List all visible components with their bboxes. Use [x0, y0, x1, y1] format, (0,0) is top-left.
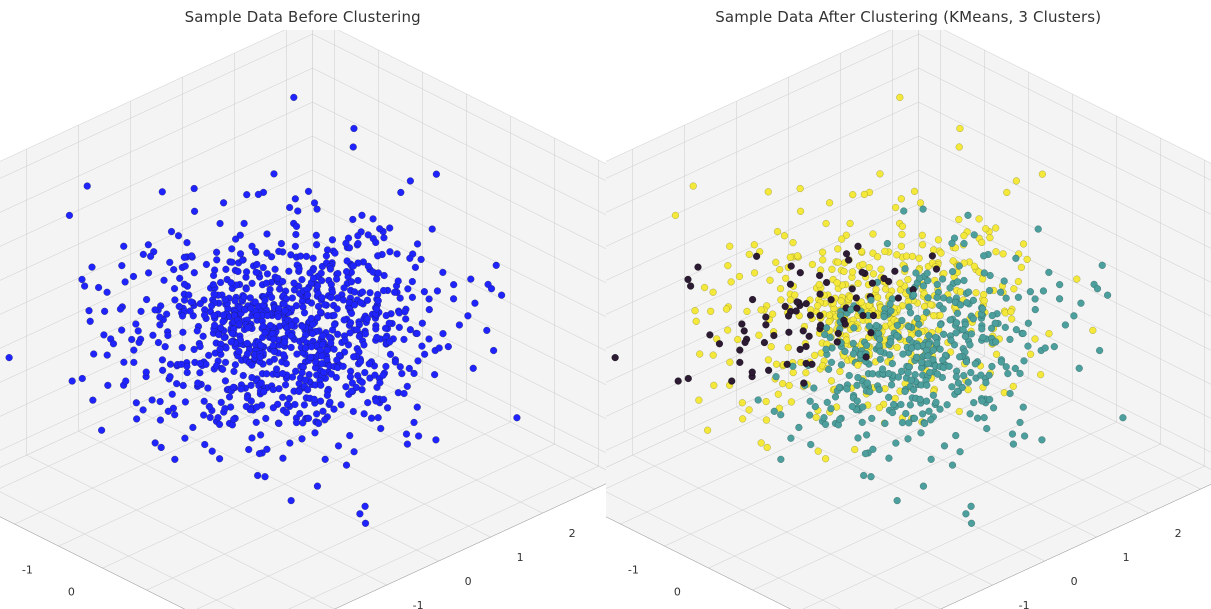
svg-text:-1: -1 — [1018, 599, 1029, 609]
svg-text:-1: -1 — [627, 563, 638, 576]
chart-right: -3-2-10123-3-2-10123-4-3-2-101234XYZ — [606, 30, 1211, 609]
chart-title-left: Sample Data Before Clustering — [0, 8, 606, 26]
svg-text:-1: -1 — [22, 563, 33, 576]
chart-title-right: Sample Data After Clustering (KMeans, 3 … — [606, 8, 1211, 26]
svg-text:0: 0 — [68, 585, 75, 598]
svg-text:0: 0 — [1070, 575, 1077, 588]
chart-left: -3-2-10123-3-2-10123-4-3-2-101234XYZ — [0, 30, 606, 609]
svg-text:0: 0 — [465, 575, 472, 588]
svg-text:1: 1 — [1122, 551, 1129, 564]
svg-text:0: 0 — [673, 585, 680, 598]
svg-text:1: 1 — [517, 551, 524, 564]
svg-text:2: 2 — [569, 527, 576, 540]
svg-text:-1: -1 — [413, 599, 424, 609]
svg-text:2: 2 — [1174, 527, 1181, 540]
